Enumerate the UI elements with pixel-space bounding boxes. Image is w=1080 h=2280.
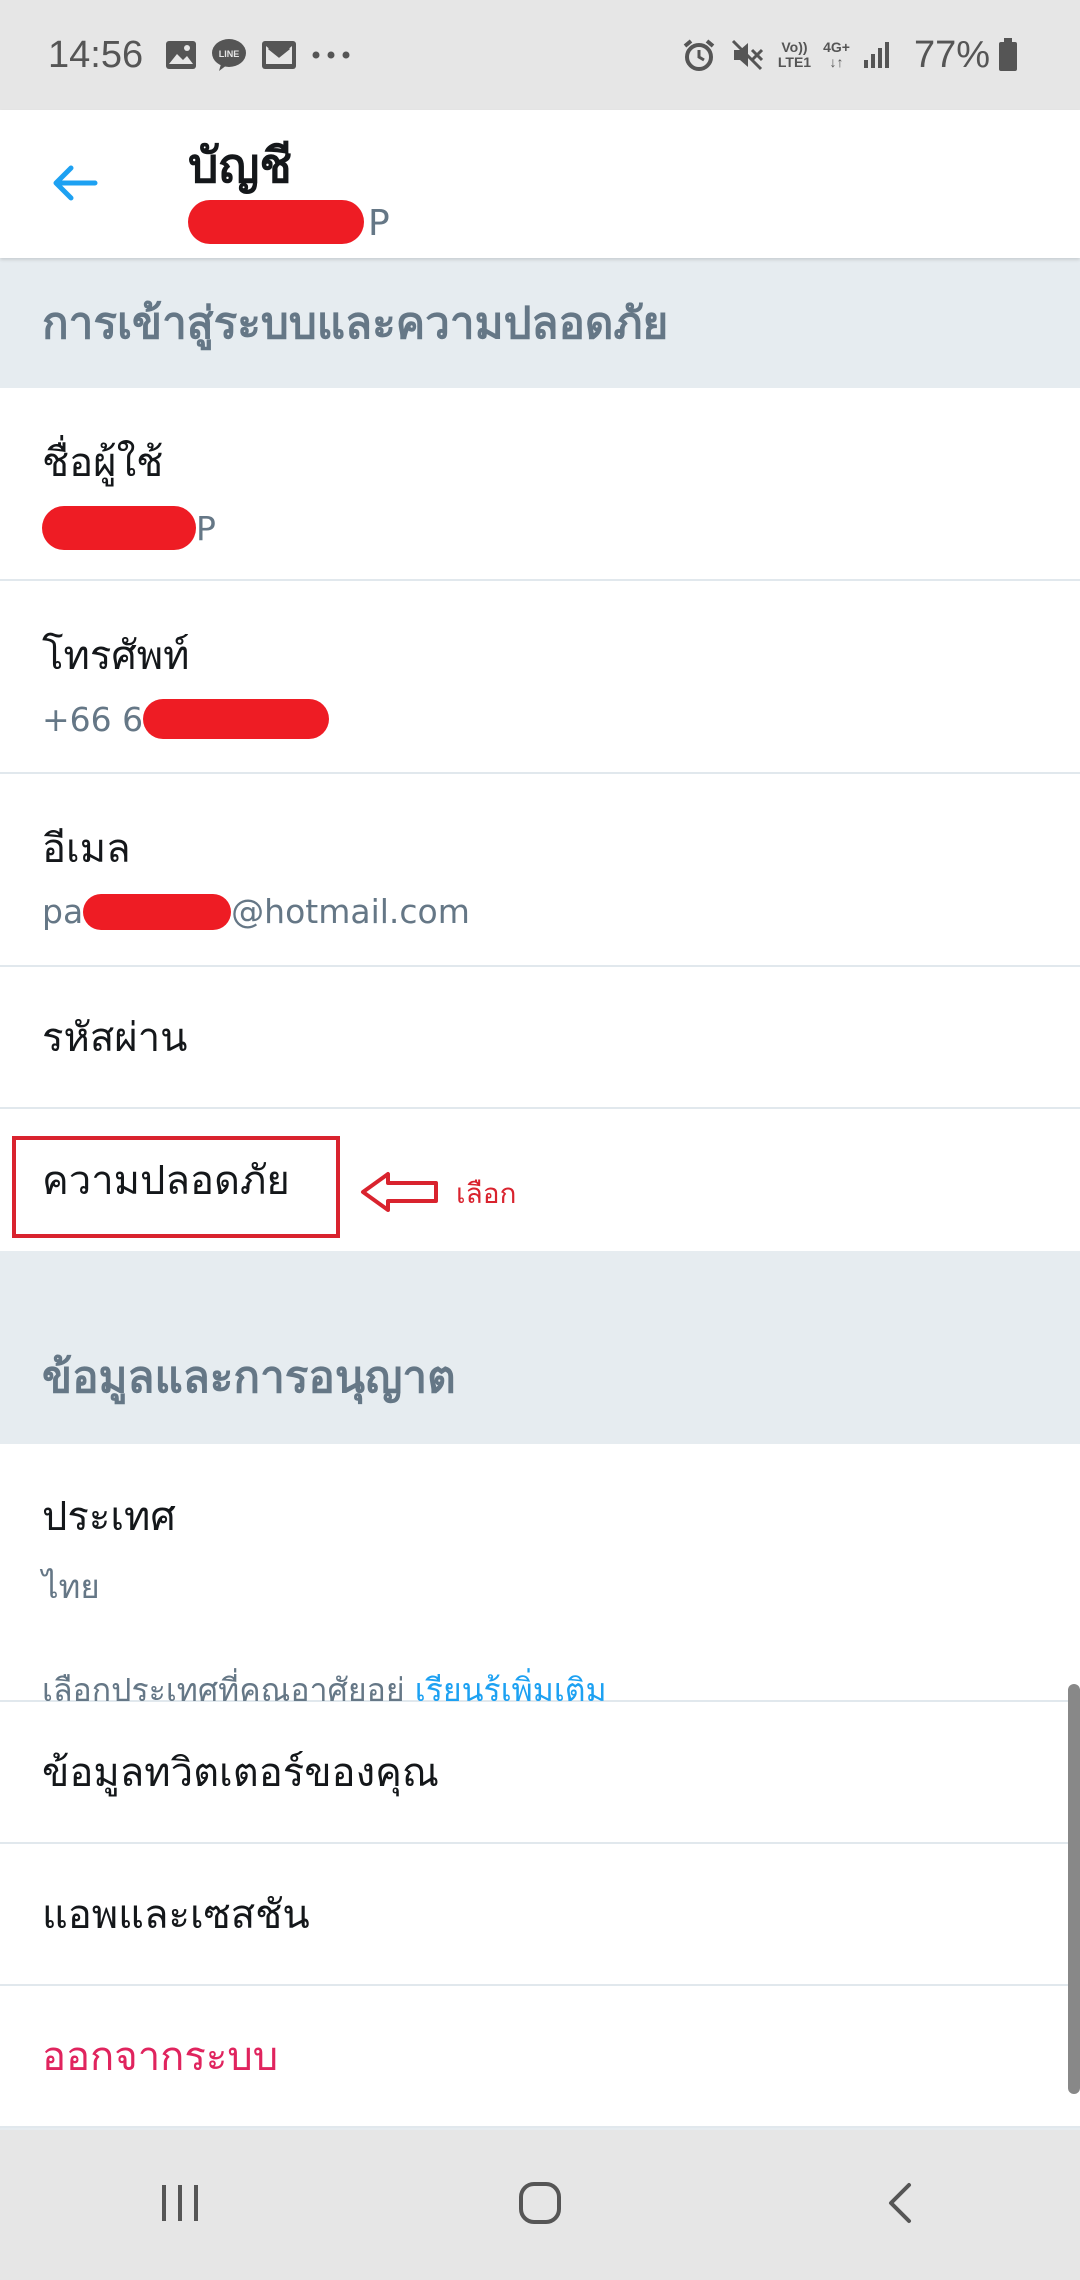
line-app-icon: LINE <box>211 38 247 72</box>
email-suffix: @hotmail.com <box>231 892 470 931</box>
back-nav-icon <box>885 2181 915 2229</box>
section-title: การเข้าสู่ระบบและความปลอดภัย <box>42 298 669 349</box>
redaction-mark <box>42 506 196 550</box>
email-prefix: pa <box>42 892 84 931</box>
redaction-mark <box>143 699 330 739</box>
country-row[interactable]: ประเทศ ไทย เลือกประเทศที่คุณอาศัยอยู่ เร… <box>0 1444 1080 1709</box>
apps-sessions-row[interactable]: แอพและเซสชัน <box>0 1844 1080 1986</box>
logout-row[interactable]: ออกจากระบบ <box>0 1986 1080 2128</box>
section-header-login-security: การเข้าสู่ระบบและความปลอดภัย <box>0 258 1080 388</box>
phone-prefix: +66 6 <box>42 699 144 739</box>
volte-indicator: Vo)) LTE1 <box>777 39 812 70</box>
username-label: ชื่อผู้ใช้ <box>42 440 164 486</box>
username-value: P <box>42 506 1080 550</box>
app-bar: บัญชี P <box>0 110 1080 258</box>
twitter-data-row[interactable]: ข้อมูลทวิตเตอร์ของคุณ <box>0 1702 1080 1844</box>
mute-icon <box>730 38 764 72</box>
apps-sessions-label: แอพและเซสชัน <box>42 1892 310 1938</box>
scrollbar[interactable] <box>1068 1684 1080 2094</box>
country-label: ประเทศ <box>42 1494 176 1540</box>
home-icon <box>517 2180 563 2230</box>
status-bar: 14:56 LINE Vo)) LTE1 4G+ ↓↑ 77% <box>0 0 1080 110</box>
phone-value: +66 6 <box>42 699 1080 739</box>
recents-icon <box>158 2183 202 2227</box>
redaction-mark <box>83 893 232 930</box>
email-label: อีเมล <box>42 826 131 872</box>
back-nav-button[interactable] <box>840 2155 960 2255</box>
alarm-icon <box>682 38 716 72</box>
page-title: บัญชี <box>188 138 292 194</box>
svg-text:LINE: LINE <box>219 49 240 59</box>
home-button[interactable] <box>480 2155 600 2255</box>
recents-button[interactable] <box>120 2155 240 2255</box>
signal-icon <box>862 40 892 70</box>
left-arrow-icon <box>360 1170 440 1218</box>
highlight-box <box>12 1136 340 1238</box>
back-button[interactable] <box>40 150 110 220</box>
section-title: ข้อมูลและการอนุญาต <box>42 1351 456 1403</box>
country-value: ไทย <box>42 1567 100 1606</box>
status-time: 14:56 <box>48 33 144 76</box>
logout-label: ออกจากระบบ <box>42 2034 279 2080</box>
system-nav-bar <box>0 2130 1080 2280</box>
password-row[interactable]: รหัสผ่าน <box>0 967 1080 1109</box>
image-icon <box>165 40 197 70</box>
username-suffix: P <box>196 508 216 548</box>
phone-label: โทรศัพท์ <box>42 633 190 679</box>
annotation-label: เลือก <box>456 1177 517 1210</box>
4g-icon: 4G+ ↓↑ <box>823 39 850 70</box>
redaction-mark <box>188 200 364 244</box>
more-dots-icon <box>311 50 351 60</box>
phone-row[interactable]: โทรศัพท์ +66 6 <box>0 581 1080 774</box>
handle-suffix: P <box>368 203 390 244</box>
mail-icon <box>261 40 297 70</box>
password-label: รหัสผ่าน <box>42 1015 188 1061</box>
account-handle: P <box>188 194 390 244</box>
back-arrow-icon <box>51 163 99 207</box>
battery-icon <box>998 38 1018 72</box>
email-row[interactable]: อีเมล pa @hotmail.com <box>0 774 1080 967</box>
email-value: pa @hotmail.com <box>42 892 1080 931</box>
section-header-data-permissions: ข้อมูลและการอนุญาต <box>0 1251 1080 1444</box>
username-row[interactable]: ชื่อผู้ใช้ P <box>0 388 1080 581</box>
battery-percent: 77% <box>913 33 990 76</box>
twitter-data-label: ข้อมูลทวิตเตอร์ของคุณ <box>42 1750 439 1796</box>
